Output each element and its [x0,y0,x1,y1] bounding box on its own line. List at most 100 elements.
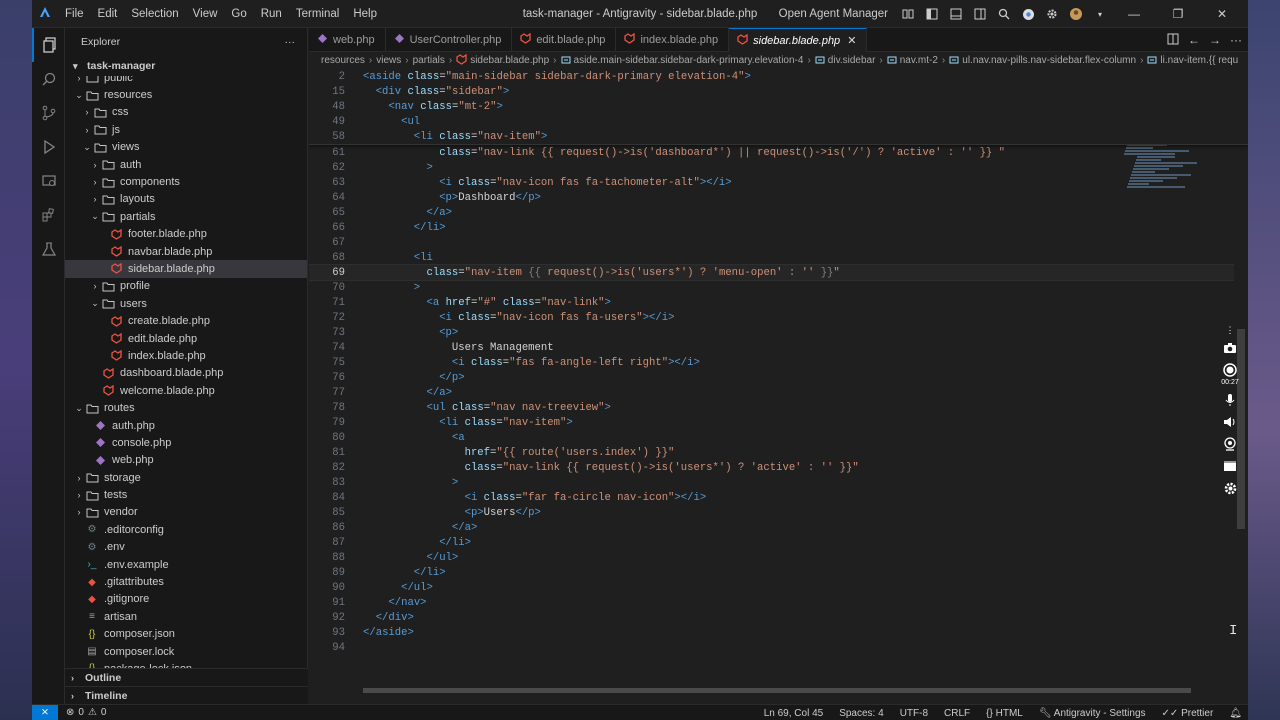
search-icon[interactable] [32,62,65,96]
tree-folder[interactable]: › js [65,121,307,138]
menu-help[interactable]: Help [346,8,384,20]
code-line[interactable]: 90 </ul> [309,580,1248,595]
breadcrumb-item[interactable]: resources [321,55,365,66]
tree-file[interactable]: ◆ .gitattributes [65,573,307,590]
code-line[interactable]: 89 </li> [309,565,1248,580]
notifications-bell-icon[interactable]: 🔔︎ [1229,708,1242,719]
close-window-button[interactable]: ✕ [1204,7,1240,21]
code-line[interactable]: 84 <i class="far fa-circle nav-icon"></i> [309,490,1248,505]
code-line[interactable]: 49 <ul [309,114,1248,129]
tree-folder[interactable]: ⌄ users [65,295,307,312]
menu-terminal[interactable]: Terminal [289,8,346,20]
code-line[interactable]: 2 <aside class="main-sidebar sidebar-dark… [309,69,1248,84]
tree-folder[interactable]: › components [65,173,307,190]
remote-indicator-icon[interactable]: ⨯ [32,704,58,720]
tree-file[interactable]: create.blade.php [65,312,307,329]
restore-window-button[interactable]: ❐ [1160,7,1196,21]
menu-selection[interactable]: Selection [124,8,185,20]
go-back-arrow-icon[interactable]: ← [1188,33,1200,47]
breadcrumb-item[interactable]: › ul.nav.nav-pills.nav-sidebar.flex-colum… [938,55,1136,67]
tree-file[interactable]: index.blade.php [65,347,307,364]
webcam-icon[interactable] [1222,436,1238,452]
language-mode[interactable]: {} HTML [986,708,1023,719]
explorer-files-icon[interactable] [32,28,65,62]
settings-gear-icon[interactable] [1222,480,1238,496]
code-line[interactable]: 71 <a href="#" class="nav-link"> [309,295,1248,310]
tree-file[interactable]: ⚙ .env [65,539,307,556]
code-editor[interactable]: 2 <aside class="main-sidebar sidebar-dark… [309,69,1248,694]
tree-file[interactable]: welcome.blade.php [65,382,307,399]
editor-tab[interactable]: UserController.php [386,28,513,52]
drag-handle-icon[interactable]: ⋮ [1222,325,1238,335]
code-line[interactable]: 58 <li class="nav-item"> [309,129,1248,144]
tree-folder[interactable]: › profile [65,278,307,295]
browser-icon[interactable] [1020,6,1036,22]
tree-file[interactable]: footer.blade.php [65,226,307,243]
menu-edit[interactable]: Edit [91,8,125,20]
go-forward-arrow-icon[interactable]: → [1209,33,1221,47]
editor-tab[interactable]: edit.blade.php [512,28,617,52]
tree-folder[interactable]: ⌄ views [65,139,307,156]
menu-go[interactable]: Go [224,8,253,20]
code-line[interactable]: 73 <p> [309,325,1248,340]
indentation[interactable]: Spaces: 4 [839,708,883,719]
toggle-primary-sidebar-icon[interactable] [924,6,940,22]
code-line[interactable]: 75 <i class="fas fa-angle-left right"></i… [309,355,1248,370]
menu-file[interactable]: File [58,8,91,20]
tree-file[interactable]: auth.php [65,417,307,434]
extensions-icon[interactable] [32,198,65,232]
code-line[interactable]: 72 <i class="nav-icon fas fa-users"></i> [309,310,1248,325]
code-line[interactable]: 65 </a> [309,205,1248,220]
cursor-position[interactable]: Ln 69, Col 45 [764,708,824,719]
chevron-down-icon[interactable]: ▾ [1092,6,1108,22]
testing-flask-icon[interactable] [32,232,65,266]
tree-file[interactable]: ≡ artisan [65,608,307,625]
editor-tab[interactable]: index.blade.php [616,28,730,52]
horizontal-scrollbar[interactable] [363,686,1191,694]
menu-view[interactable]: View [186,8,225,20]
code-line[interactable]: 81 href="{{ route('users.index') }}" [309,445,1248,460]
code-line[interactable]: 66 </li> [309,220,1248,235]
run-debug-icon[interactable] [32,130,65,164]
source-control-icon[interactable] [32,96,65,130]
code-line[interactable]: 70 > [309,280,1248,295]
editor-tab[interactable]: sidebar.blade.php ✕ [729,28,868,52]
project-root[interactable]: ▾ task-manager [65,56,307,76]
close-tab-icon[interactable]: ✕ [847,34,856,47]
speaker-volume-icon[interactable] [1222,414,1238,430]
code-line[interactable]: 74 Users Management [309,340,1248,355]
code-line[interactable]: 83 > [309,475,1248,490]
tree-file[interactable]: web.php [65,452,307,469]
breadcrumb-item[interactable]: › nav.mt-2 [875,55,938,67]
more-actions-icon[interactable]: ··· [1230,33,1242,47]
code-line[interactable]: 82 class="nav-link {{ request()->is('user… [309,460,1248,475]
tree-folder[interactable]: › tests [65,486,307,503]
record-button-icon[interactable] [1222,362,1238,378]
problems-indicator[interactable]: ⊗ 0 ⚠ 0 [58,707,106,718]
code-line[interactable]: 67 [309,235,1248,250]
tree-file[interactable]: ◆ .gitignore [65,591,307,608]
search-icon[interactable] [996,6,1012,22]
tree-folder[interactable]: ⌄ resources [65,86,307,103]
code-line[interactable]: 87 </li> [309,535,1248,550]
layout-customize-icon[interactable] [900,6,916,22]
file-encoding[interactable]: UTF-8 [900,708,928,719]
toggle-secondary-sidebar-icon[interactable] [972,6,988,22]
code-line[interactable]: 93 </aside> [309,625,1248,640]
outline-section[interactable]: › Outline [65,668,308,686]
screen-window-icon[interactable] [1222,458,1238,474]
code-line[interactable]: 86 </a> [309,520,1248,535]
code-line[interactable]: 64 <p>Dashboard</p> [309,190,1248,205]
tree-file[interactable]: {} composer.json [65,626,307,643]
tree-file[interactable]: console.php [65,434,307,451]
end-of-line[interactable]: CRLF [944,708,970,719]
tree-file[interactable]: navbar.blade.php [65,243,307,260]
tree-file[interactable]: dashboard.blade.php [65,365,307,382]
microphone-icon[interactable] [1222,392,1238,408]
code-line[interactable]: 79 <li class="nav-item"> [309,415,1248,430]
tree-folder[interactable]: ⌄ routes [65,399,307,416]
tree-file[interactable]: sidebar.blade.php [65,260,307,278]
code-line[interactable]: 61 class="nav-link {{ request()->is('dash… [309,145,1248,160]
tree-file[interactable]: ›_ .env.example [65,556,307,573]
open-agent-manager-button[interactable]: Open Agent Manager [779,8,888,20]
